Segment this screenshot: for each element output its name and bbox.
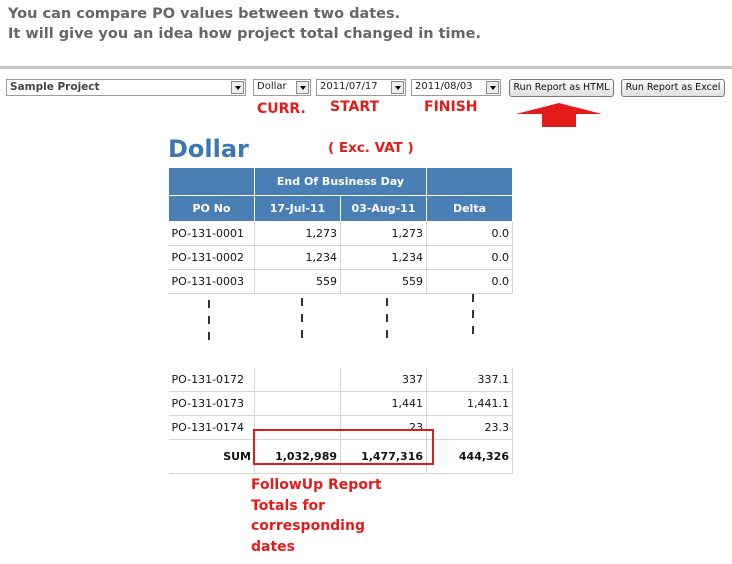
po-cell: PO-131-0172: [168, 367, 255, 392]
finish-value-cell: 1,234: [340, 245, 427, 270]
note-line: Totals for: [251, 497, 326, 514]
totals-highlight-box: [253, 429, 434, 465]
intro-line-1: You can compare PO values between two da…: [8, 6, 401, 22]
finish-value-cell: 1,273: [340, 221, 427, 246]
chevron-down-icon[interactable]: [296, 81, 309, 94]
po-cell: PO-131-0174: [168, 415, 255, 440]
start-value-cell: 1,234: [254, 245, 341, 270]
table-row: PO-131-0003 559 559 0.0: [168, 269, 513, 294]
po-cell: PO-131-0002: [168, 245, 255, 270]
arrow-up-icon: [516, 103, 602, 127]
note-line: dates: [251, 538, 295, 555]
po-cell: PO-131-0001: [168, 221, 255, 246]
finish-label: FINISH: [424, 99, 478, 115]
header-blank: [426, 167, 513, 196]
intro-text: You can compare PO values between two da…: [8, 4, 481, 44]
project-select[interactable]: Sample Project: [6, 79, 246, 96]
project-select-value: Sample Project: [10, 81, 100, 93]
header-blank: [168, 167, 255, 196]
finish-date-select[interactable]: 2011/08/03: [411, 79, 501, 96]
start-value-cell: 1,273: [254, 221, 341, 246]
finish-value-cell: 337: [340, 367, 427, 392]
finish-value-cell: 559: [340, 269, 427, 294]
table-row: PO-131-0172 337 337.1: [168, 367, 513, 392]
chevron-down-icon[interactable]: [486, 81, 499, 94]
table-row: PO-131-0002 1,234 1,234 0.0: [168, 245, 513, 270]
totals-note: FollowUp Report Totals for corresponding…: [251, 475, 382, 557]
finish-date-value: 2011/08/03: [415, 81, 473, 92]
omitted-rows-marker: [208, 300, 210, 348]
chevron-down-icon[interactable]: [391, 81, 404, 94]
intro-line-2: It will give you an idea how project tot…: [8, 26, 481, 42]
column-header-finish: 03-Aug-11: [340, 195, 427, 222]
chevron-down-icon[interactable]: [231, 81, 244, 94]
po-cell: PO-131-0003: [168, 269, 255, 294]
delta-cell: 0.0: [426, 245, 513, 270]
delta-cell: 0.0: [426, 269, 513, 294]
vat-label: ( Exc. VAT ): [328, 140, 414, 156]
start-value-cell: [254, 367, 341, 392]
table-row: PO-131-0001 1,273 1,273 0.0: [168, 221, 513, 246]
column-header-delta: Delta: [426, 195, 513, 222]
column-header-po: PO No: [168, 195, 255, 222]
delta-cell: 23.3: [426, 415, 513, 440]
delta-cell: 337.1: [426, 367, 513, 392]
divider: [0, 66, 732, 69]
report-table: End Of Business Day PO No 17-Jul-11 03-A…: [168, 167, 513, 474]
currency-select-value: Dollar: [257, 81, 287, 92]
start-date-value: 2011/07/17: [320, 81, 378, 92]
omitted-rows-gap: [169, 294, 513, 368]
omitted-rows-marker: [472, 294, 474, 342]
column-header-start: 17-Jul-11: [254, 195, 341, 222]
report-title: Dollar: [168, 135, 249, 163]
run-report-excel-button[interactable]: Run Report as Excel: [621, 79, 725, 97]
start-value-cell: 559: [254, 269, 341, 294]
curr-label: CURR.: [257, 101, 306, 117]
delta-cell: 0.0: [426, 221, 513, 246]
omitted-rows-marker: [301, 298, 303, 346]
start-label: START: [330, 99, 380, 115]
delta-cell: 1,441.1: [426, 391, 513, 416]
sum-delta-total: 444,326: [426, 439, 513, 474]
sum-label: SUM: [168, 439, 255, 474]
run-report-html-button[interactable]: Run Report as HTML: [509, 79, 614, 97]
finish-value-cell: 1,441: [340, 391, 427, 416]
currency-select[interactable]: Dollar: [253, 79, 311, 96]
table-row: PO-131-0173 1,441 1,441.1: [168, 391, 513, 416]
header-group: End Of Business Day: [254, 167, 427, 196]
start-value-cell: [254, 391, 341, 416]
note-line: FollowUp Report: [251, 477, 382, 493]
start-date-select[interactable]: 2011/07/17: [316, 79, 406, 96]
po-cell: PO-131-0173: [168, 391, 255, 416]
omitted-rows-marker: [386, 298, 388, 346]
note-line: corresponding: [251, 518, 365, 534]
